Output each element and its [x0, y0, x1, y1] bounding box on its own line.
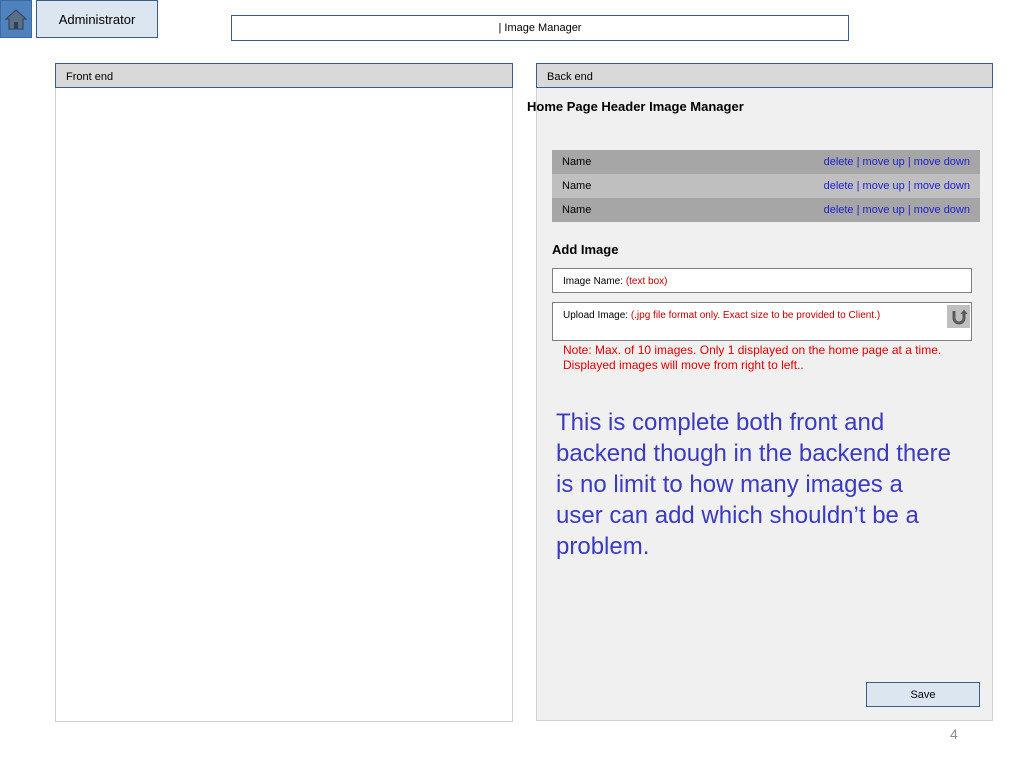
- administrator-tab[interactable]: Administrator: [36, 0, 158, 38]
- row-actions: delete | move up | move down: [824, 156, 970, 174]
- front-end-header: Front end: [55, 63, 513, 88]
- image-name-hint: (text box): [625, 276, 668, 287]
- section-title-add-image: Add Image: [552, 242, 619, 257]
- upload-image-label: Upload Image:: [563, 310, 629, 321]
- row-actions: delete | move up | move down: [824, 180, 970, 198]
- image-name: Name: [562, 204, 592, 216]
- separator: |: [907, 204, 911, 216]
- back-end-header: Back end: [536, 63, 993, 88]
- move-up-link[interactable]: move up: [863, 156, 905, 168]
- image-name: Name: [562, 180, 592, 192]
- separator: |: [856, 180, 860, 192]
- move-down-link[interactable]: move down: [914, 180, 970, 192]
- separator: |: [856, 204, 860, 216]
- image-row: Name delete | move up | move down: [552, 174, 980, 198]
- image-name-label: Image Name:: [563, 276, 624, 287]
- review-comment: This is complete both front and backend …: [556, 409, 951, 560]
- home-button[interactable]: [0, 0, 32, 38]
- move-down-link[interactable]: move down: [914, 156, 970, 168]
- home-icon: [4, 9, 28, 30]
- image-row: Name delete | move up | move down: [552, 198, 980, 222]
- separator: |: [907, 156, 911, 168]
- separator: |: [907, 180, 911, 192]
- section-title-image-manager: Home Page Header Image Manager: [527, 99, 744, 114]
- image-name: Name: [562, 156, 592, 168]
- upload-icon: [952, 309, 967, 324]
- page-title: | Image Manager: [231, 15, 849, 41]
- row-actions: delete | move up | move down: [824, 204, 970, 222]
- move-up-link[interactable]: move up: [863, 180, 905, 192]
- move-down-link[interactable]: move down: [914, 204, 970, 216]
- front-end-panel: [55, 88, 513, 722]
- delete-link[interactable]: delete: [824, 180, 854, 192]
- move-up-link[interactable]: move up: [863, 204, 905, 216]
- delete-link[interactable]: delete: [824, 156, 854, 168]
- upload-button[interactable]: [947, 305, 970, 328]
- max-images-note: Note: Max. of 10 images. Only 1 displaye…: [563, 343, 942, 372]
- image-row: Name delete | move up | move down: [552, 150, 980, 174]
- separator: |: [856, 156, 860, 168]
- page-number: 4: [950, 726, 958, 742]
- upload-image-field[interactable]: Upload Image: (.jpg file format only. Ex…: [552, 302, 972, 341]
- upload-image-hint: (.jpg file format only. Exact size to be…: [630, 310, 881, 321]
- save-button[interactable]: Save: [866, 682, 980, 707]
- image-name-field[interactable]: Image Name: (text box): [552, 268, 972, 293]
- delete-link[interactable]: delete: [824, 204, 854, 216]
